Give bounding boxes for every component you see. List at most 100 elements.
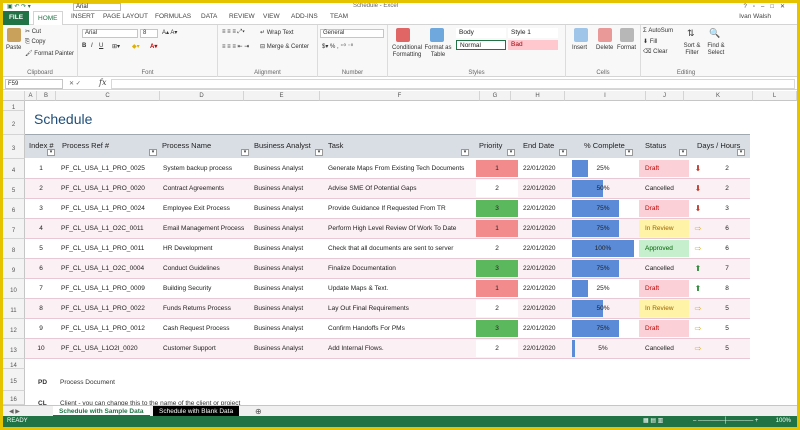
tab-insert[interactable]: INSERT xyxy=(71,13,95,20)
style-body[interactable]: Body xyxy=(456,28,506,38)
filter-dropdown-icon[interactable]: ▾ xyxy=(625,149,633,156)
cell-business-analyst[interactable]: Business Analyst xyxy=(254,339,326,358)
cell-priority[interactable]: 2 xyxy=(476,240,518,257)
cell-complete[interactable]: 50% xyxy=(572,180,634,197)
bold-button[interactable]: B xyxy=(82,43,86,49)
cell-index[interactable]: 2 xyxy=(25,179,57,198)
table-row[interactable]: 7 PF_CL_USA_L1_PRO_0009 Building Security B… xyxy=(25,279,750,299)
cell-status[interactable]: Approved xyxy=(639,240,689,257)
filter-dropdown-icon[interactable]: ▾ xyxy=(47,149,55,156)
cell-end-date[interactable]: 22/01/2020 xyxy=(523,259,571,278)
cell-task[interactable]: Update Maps & Text. xyxy=(328,279,474,298)
cell-index[interactable]: 9 xyxy=(25,319,57,338)
cell-complete[interactable]: 100% xyxy=(572,240,634,257)
window-controls[interactable]: ?▫–□✕ xyxy=(744,3,791,10)
font-family-select[interactable]: Arial xyxy=(82,29,138,38)
tab-data[interactable]: DATA xyxy=(201,13,217,20)
insert-function-icon[interactable]: fx xyxy=(99,78,106,87)
cell-complete[interactable]: 50% xyxy=(572,300,634,317)
cell-priority[interactable]: 3 xyxy=(476,320,518,337)
cell-business-analyst[interactable]: Business Analyst xyxy=(254,259,326,278)
cell-days-hours[interactable]: 3 xyxy=(709,199,745,218)
conditional-formatting-button[interactable]: Conditional Formatting xyxy=(389,45,425,59)
fill-color-icon[interactable]: ◆▾ xyxy=(132,43,140,50)
row-header[interactable]: 14 xyxy=(3,359,25,369)
filter-dropdown-icon[interactable]: ▾ xyxy=(737,149,745,156)
delete-cells-icon[interactable] xyxy=(598,28,612,42)
column-header[interactable]: I xyxy=(565,91,646,101)
cell-process-name[interactable]: Contract Agreements xyxy=(163,179,251,198)
row-header[interactable]: 7 xyxy=(3,219,25,239)
filter-dropdown-icon[interactable]: ▾ xyxy=(559,149,567,156)
cell-process-name[interactable]: Funds Returns Process xyxy=(163,299,251,318)
cell-task[interactable]: Perform High Level Review Of Work To Dat… xyxy=(328,219,474,238)
cell-priority[interactable]: 1 xyxy=(476,280,518,297)
cell-process-name[interactable]: System backup process xyxy=(163,159,251,178)
tab-page-layout[interactable]: PAGE LAYOUT xyxy=(103,13,148,20)
row-header[interactable]: 11 xyxy=(3,299,25,319)
find-select-icon[interactable]: 🔍 xyxy=(709,28,720,39)
cell-task[interactable]: Advise SME Of Potential Gaps xyxy=(328,179,474,198)
tab-view[interactable]: VIEW xyxy=(263,13,280,20)
user-name[interactable]: Ivan Walsh xyxy=(739,13,771,20)
number-format-select[interactable]: General xyxy=(320,29,384,38)
cell-days-hours[interactable]: 8 xyxy=(709,279,745,298)
cell-status[interactable]: In Review xyxy=(639,220,689,237)
column-header[interactable]: D xyxy=(160,91,244,101)
table-row[interactable]: 4 PF_CL_USA_L1_O2C_0011 Email Management P… xyxy=(25,219,750,239)
row-header[interactable]: 5 xyxy=(3,179,25,199)
quick-font-box[interactable]: Arial xyxy=(73,3,121,11)
fill-button[interactable]: ⬇ Fill xyxy=(643,38,657,45)
row-header[interactable]: 13 xyxy=(3,339,25,359)
select-all-corner[interactable] xyxy=(3,91,25,101)
cell-process-ref[interactable]: PF_CL_USA_L1_O2C_0011 xyxy=(61,219,159,238)
cell-index[interactable]: 4 xyxy=(25,219,57,238)
column-header[interactable]: G xyxy=(480,91,511,101)
cell-business-analyst[interactable]: Business Analyst xyxy=(254,159,326,178)
cell-status[interactable]: Draft xyxy=(639,200,689,217)
tab-home[interactable]: HOME xyxy=(33,11,63,26)
cell-business-analyst[interactable]: Business Analyst xyxy=(254,279,326,298)
paste-button[interactable]: Paste xyxy=(6,45,21,51)
cell-process-ref[interactable]: PF_CL_USA_L1_PRO_0012 xyxy=(61,319,159,338)
cell-days-hours[interactable]: 2 xyxy=(709,179,745,198)
cell-process-ref[interactable]: PF_CL_USA_L1_PRO_0011 xyxy=(61,239,159,258)
cell-complete[interactable]: 25% xyxy=(572,280,634,297)
cell-end-date[interactable]: 22/01/2020 xyxy=(523,239,571,258)
cell-business-analyst[interactable]: Business Analyst xyxy=(254,319,326,338)
cell-end-date[interactable]: 22/01/2020 xyxy=(523,159,571,178)
cell-task[interactable]: Check that all documents are sent to ser… xyxy=(328,239,474,258)
cell-process-name[interactable]: Employee Exit Process xyxy=(163,199,251,218)
cell-complete[interactable]: 5% xyxy=(572,340,634,357)
row-header[interactable]: 6 xyxy=(3,199,25,219)
view-buttons[interactable]: ▦ ▤ ▥ xyxy=(643,416,663,427)
cell-index[interactable]: 3 xyxy=(25,199,57,218)
row-header[interactable]: 16 xyxy=(3,391,25,405)
cell-index[interactable]: 8 xyxy=(25,299,57,318)
font-color-icon[interactable]: A▾ xyxy=(150,43,157,50)
cell-status[interactable]: Draft xyxy=(639,320,689,337)
cut-button[interactable]: ✂ Cut xyxy=(25,28,41,35)
format-table-button[interactable]: Format as Table xyxy=(424,45,452,59)
cell-priority[interactable]: 3 xyxy=(476,260,518,277)
column-header[interactable]: K xyxy=(684,91,753,101)
cell-task[interactable]: Add Internal Flows. xyxy=(328,339,474,358)
copy-button[interactable]: ⎘ Copy xyxy=(25,39,45,46)
cell-priority[interactable]: 2 xyxy=(476,300,518,317)
cell-status[interactable]: In Review xyxy=(639,300,689,317)
filter-dropdown-icon[interactable]: ▾ xyxy=(241,149,249,156)
cell-complete[interactable]: 75% xyxy=(572,220,634,237)
font-size-select[interactable]: 8 xyxy=(140,29,158,38)
cell-process-name[interactable]: Building Security xyxy=(163,279,251,298)
delete-button[interactable]: Delete xyxy=(596,45,613,51)
cell-end-date[interactable]: 22/01/2020 xyxy=(523,179,571,198)
name-box[interactable]: F59 xyxy=(5,79,63,89)
style-normal[interactable]: Normal xyxy=(456,40,506,50)
cell-index[interactable]: 1 xyxy=(25,159,57,178)
filter-dropdown-icon[interactable]: ▾ xyxy=(507,149,515,156)
cell-business-analyst[interactable]: Business Analyst xyxy=(254,239,326,258)
cell-process-ref[interactable]: PF_CL_USA_L1_O2C_0004 xyxy=(61,259,159,278)
tab-file[interactable]: FILE xyxy=(3,11,29,25)
cell-business-analyst[interactable]: Business Analyst xyxy=(254,299,326,318)
insert-button[interactable]: Insert xyxy=(572,45,587,51)
